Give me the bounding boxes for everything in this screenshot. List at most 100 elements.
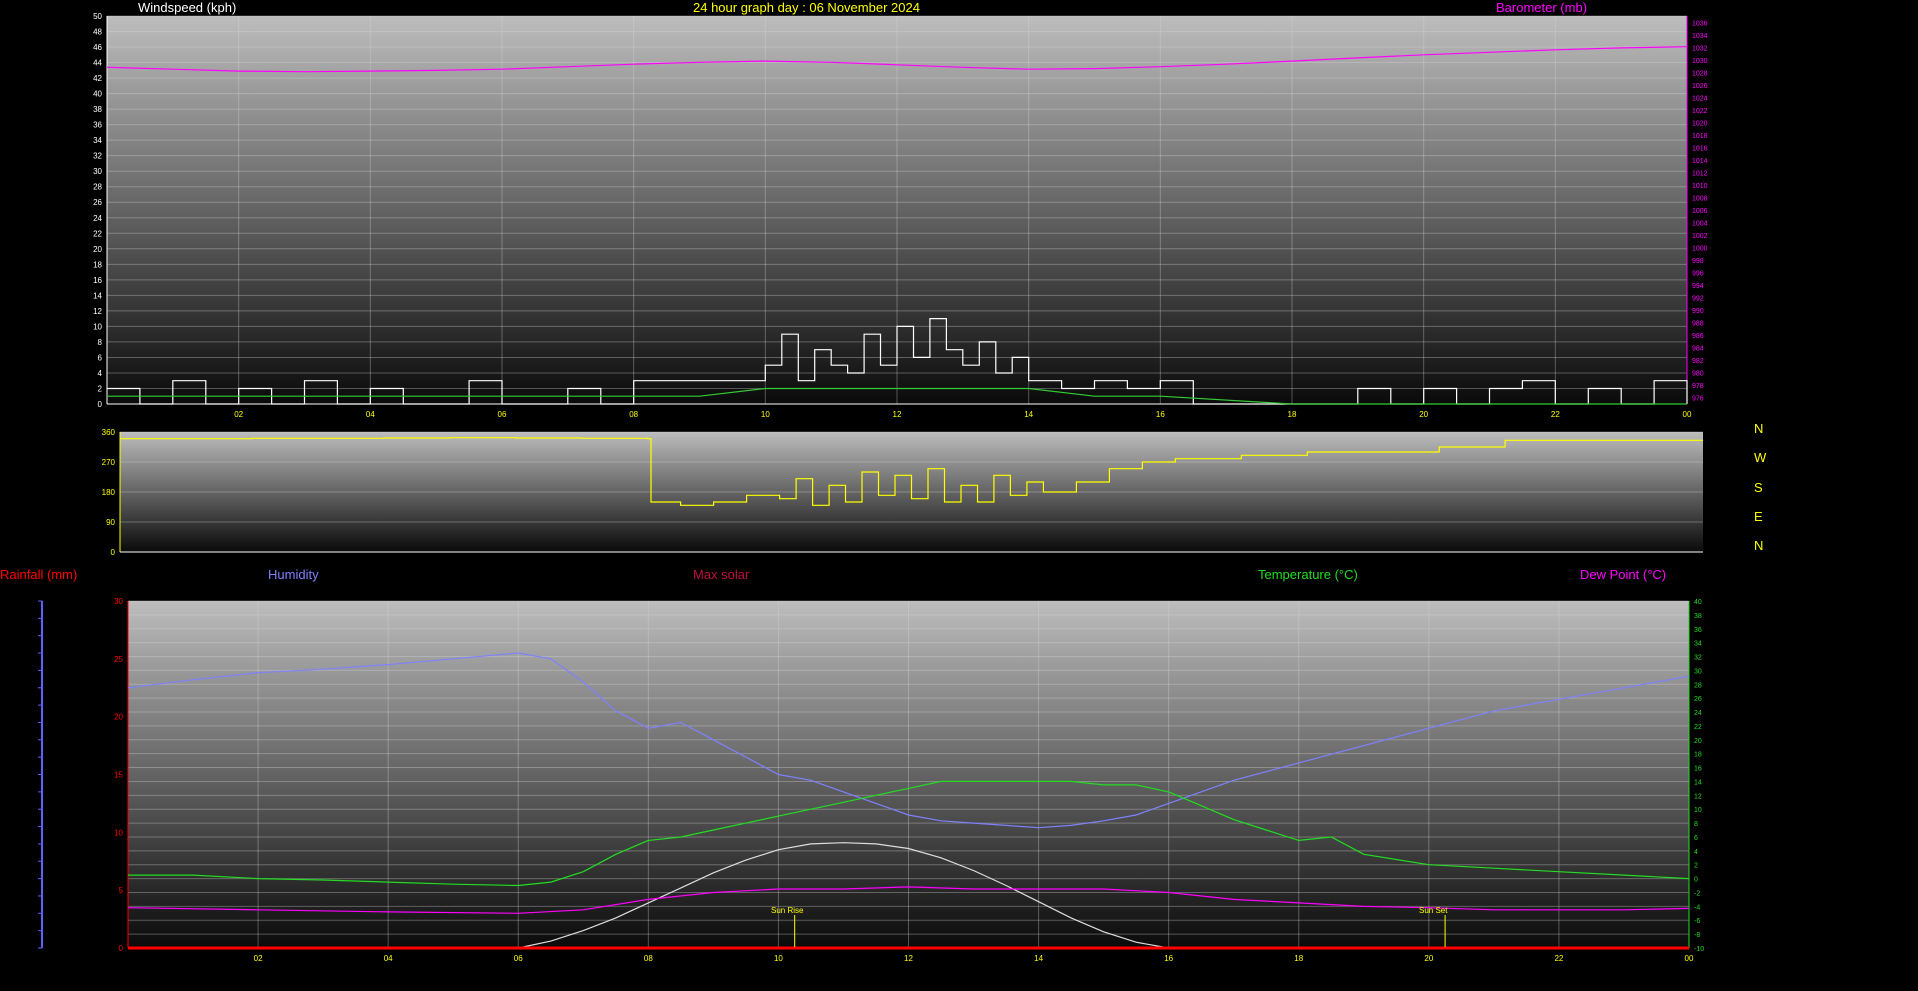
wind-panel-y-tick-right-1008: 1008 [1692,195,1708,202]
temp-panel-x-tick-06: 06 [514,954,523,963]
wind-panel-y-tick-right-982: 982 [1692,358,1704,365]
temp-panel-y-tick-right--10: -10 [1694,946,1704,953]
temp-panel-y-tick-right-18: 18 [1694,752,1702,759]
temp-panel-y-tick-left-0: 0 [119,944,124,953]
wind-panel-y-tick-right-996: 996 [1692,271,1704,278]
wind-panel-y-tick-right-986: 986 [1692,333,1704,340]
temp-panel-y-tick-left-10: 10 [114,828,123,837]
wind-panel-x-tick-02: 02 [234,410,243,419]
temp-panel-y-tick-left-30: 30 [114,597,123,606]
temp-panel-y-tick-left-25: 25 [114,655,123,664]
weather-graph: 02 04 06 08 10 12 14 16 18 20 22 000246810121416182… [38,12,1708,963]
temp-panel-y-tick-right-6: 6 [1694,835,1698,842]
temperature-axis-title: Temperature (°C) [1258,567,1358,582]
wind-panel-y-tick-left-50: 50 [93,12,102,21]
wind-panel-y-tick-right-984: 984 [1692,346,1704,353]
temp-panel-x-tick-08: 08 [644,954,653,963]
wind-panel-y-tick-left-28: 28 [93,183,102,192]
wind-panel-y-tick-right-1026: 1026 [1692,83,1708,90]
temp-panel-y-tick-right-26: 26 [1694,696,1702,703]
wind-panel-y-tick-left-24: 24 [93,214,102,223]
wind-panel-y-tick-left-44: 44 [93,59,102,68]
humidity-legend: Humidity [268,567,319,582]
wind-panel-y-tick-right-990: 990 [1692,308,1704,315]
wind-panel-y-tick-left-2: 2 [98,384,103,393]
temp-panel-y-tick-right--6: -6 [1694,918,1700,925]
temp-panel-x-tick-22: 22 [1554,954,1563,963]
direction-panel-y-tick-left-180: 180 [102,488,116,497]
wind-panel-x-tick-04: 04 [366,410,375,419]
wind-panel-y-tick-right-1004: 1004 [1692,221,1708,228]
temp-panel-y-tick-right-16: 16 [1694,766,1702,773]
temp-panel-y-tick-right-14: 14 [1694,779,1702,786]
wind-panel-x-tick-22: 22 [1551,410,1560,419]
rainfall-axis-title: Rainfall (mm) [0,567,78,582]
compass-label-s: S [1754,480,1763,495]
wind-panel-y-tick-right-978: 978 [1692,383,1704,390]
wind-panel-y-tick-right-1022: 1022 [1692,108,1708,115]
wind-panel-x-tick-18: 18 [1288,410,1297,419]
wind-panel-y-tick-left-34: 34 [93,136,102,145]
wind-panel-y-tick-left-22: 22 [93,229,102,238]
wind-panel-x-tick-06: 06 [498,410,507,419]
wind-panel-x-tick-14: 14 [1024,410,1033,419]
wind-panel-x-tick-12: 12 [893,410,902,419]
temp-panel-y-tick-right-0: 0 [1694,877,1698,884]
compass-label-n-bottom: N [1754,538,1764,553]
sunrise-label: Sun Rise [771,906,804,915]
wind-panel-x-tick-20: 20 [1419,410,1428,419]
temp-panel-y-tick-right-4: 4 [1694,849,1698,856]
temp-panel-y-tick-right-2: 2 [1694,863,1698,870]
temp-panel-y-tick-right--2: -2 [1694,890,1700,897]
wind-panel-y-tick-right-1006: 1006 [1692,208,1708,215]
wind-panel-y-tick-left-16: 16 [93,276,102,285]
direction-panel-y-tick-left-90: 90 [106,518,115,527]
windspeed-axis-title: Windspeed (kph) [138,0,237,15]
wind-panel-y-tick-left-6: 6 [98,353,103,362]
wind-panel-y-tick-left-32: 32 [93,152,102,161]
temp-panel-x-tick-14: 14 [1034,954,1043,963]
compass-label-w: W [1754,450,1767,465]
solar-legend: Max solar [693,567,750,582]
wind-panel-y-tick-left-20: 20 [93,245,102,254]
temp-panel-y-tick-right-24: 24 [1694,710,1702,717]
sunset-label: Sun Set [1419,906,1448,915]
temp-panel-x-tick-16: 16 [1164,954,1173,963]
wind-panel-y-tick-right-1030: 1030 [1692,58,1708,65]
wind-panel-y-tick-right-992: 992 [1692,296,1704,303]
wind-panel-y-tick-right-1002: 1002 [1692,233,1708,240]
temp-panel-y-tick-right-36: 36 [1694,627,1702,634]
wind-panel-y-tick-left-4: 4 [98,369,103,378]
wind-panel-y-tick-right-1034: 1034 [1692,33,1708,40]
temp-panel-y-tick-right-38: 38 [1694,613,1702,620]
wind-panel-x-tick-10: 10 [761,410,770,419]
temp-panel-y-tick-right--8: -8 [1694,932,1700,939]
temp-panel-x-tick-12: 12 [904,954,913,963]
wind-panel-y-tick-left-12: 12 [93,307,102,316]
temp-panel-y-tick-right-12: 12 [1694,793,1702,800]
wind-panel-y-tick-right-1016: 1016 [1692,145,1708,152]
dewpoint-legend: Dew Point (°C) [1580,567,1667,582]
wind-panel-y-tick-right-980: 980 [1692,371,1704,378]
wind-panel-y-tick-right-1010: 1010 [1692,183,1708,190]
temp-panel-x-tick-04: 04 [384,954,393,963]
barometer-axis-title: Barometer (mb) [1496,0,1588,15]
wind-panel-y-tick-right-1032: 1032 [1692,45,1708,52]
direction-panel-y-tick-left-270: 270 [102,458,116,467]
wind-panel-y-tick-right-994: 994 [1692,283,1704,290]
temp-panel-y-tick-right-40: 40 [1694,599,1702,606]
compass-label-e: E [1754,509,1763,524]
wind-panel-y-tick-left-14: 14 [93,291,102,300]
temp-panel-x-tick-20: 20 [1424,954,1433,963]
wind-panel-y-tick-left-0: 0 [98,400,103,409]
wind-panel-y-tick-right-998: 998 [1692,258,1704,265]
wind-panel-y-tick-right-1036: 1036 [1692,20,1708,27]
temp-panel-x-tick-02: 02 [254,954,263,963]
wind-panel-x-tick-00: 00 [1683,410,1692,419]
wind-panel-y-tick-left-46: 46 [93,43,102,52]
wind-panel-y-tick-right-1012: 1012 [1692,170,1708,177]
wind-panel-y-tick-right-1028: 1028 [1692,70,1708,77]
wind-panel-y-tick-left-26: 26 [93,198,102,207]
wind-panel-x-tick-08: 08 [629,410,638,419]
wind-panel-y-tick-left-18: 18 [93,260,102,269]
